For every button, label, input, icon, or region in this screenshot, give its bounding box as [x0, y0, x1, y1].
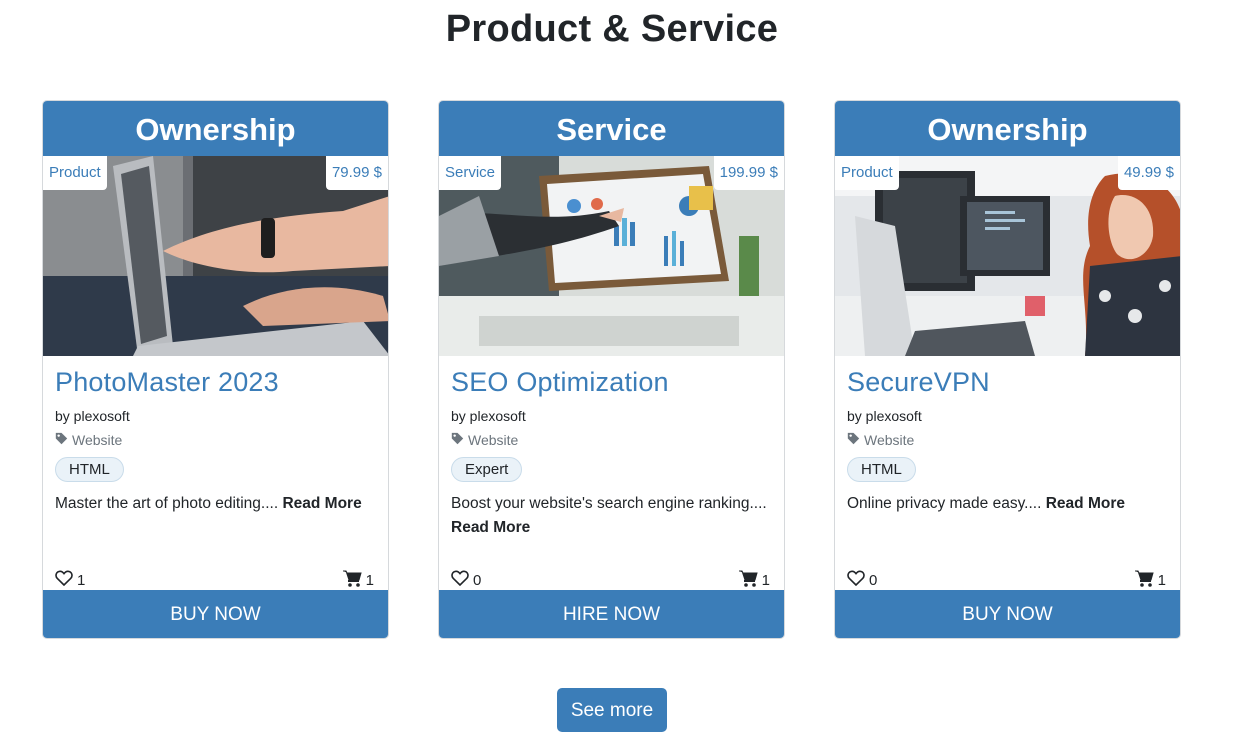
product-title[interactable]: SecureVPN	[847, 367, 1168, 398]
cart[interactable]: 1	[342, 570, 374, 591]
cart-icon	[342, 570, 362, 591]
heart-icon	[847, 570, 865, 590]
heart-icon	[451, 570, 469, 590]
likes-count: 0	[869, 571, 878, 589]
product-title[interactable]: PhotoMaster 2023	[55, 367, 376, 398]
category-label: Website	[72, 432, 123, 448]
cart[interactable]: 1	[1134, 570, 1166, 591]
cart-count: 1	[1157, 571, 1166, 589]
card-header: Service	[439, 101, 784, 156]
cart-count: 1	[365, 571, 374, 589]
product-image[interactable]: Service 199.99 $	[439, 156, 784, 356]
cart[interactable]: 1	[738, 570, 770, 591]
skill-tag: HTML	[55, 457, 124, 482]
author-label: by plexosoft	[847, 408, 922, 424]
description: Online privacy made easy.... Read More	[847, 492, 1168, 516]
buy-now-button[interactable]: BUY NOW	[43, 590, 388, 638]
likes-count: 1	[77, 571, 86, 589]
likes[interactable]: 1	[55, 570, 85, 590]
heart-icon	[55, 570, 73, 590]
tag-icon	[847, 432, 860, 448]
product-title[interactable]: SEO Optimization	[451, 367, 772, 398]
card-header: Ownership	[43, 101, 388, 156]
see-more-button[interactable]: See more	[557, 688, 667, 732]
likes[interactable]: 0	[847, 570, 877, 590]
likes[interactable]: 0	[451, 570, 481, 590]
item-type-label: Service	[439, 156, 502, 190]
description-text: Online privacy made easy....	[847, 495, 1042, 512]
read-more-link[interactable]: Read More	[282, 495, 361, 512]
buy-now-button[interactable]: BUY NOW	[835, 590, 1180, 638]
card-stats: 0 1	[847, 569, 1166, 591]
item-type-label: Product	[835, 156, 899, 190]
description: Boost your website's search engine ranki…	[451, 492, 772, 540]
product-image[interactable]: Product 79.99 $	[43, 156, 388, 356]
hire-now-button[interactable]: HIRE NOW	[439, 590, 784, 638]
product-card: Ownership Product 79.99 $ PhotoMaster 20…	[42, 100, 389, 639]
product-image[interactable]: Product 49.99 $	[835, 156, 1180, 356]
category: Website	[55, 432, 376, 448]
item-type-label: Product	[43, 156, 107, 190]
tag-icon	[55, 432, 68, 448]
price-label: 49.99 $	[1117, 156, 1180, 190]
category: Website	[847, 432, 1168, 448]
cart-count: 1	[761, 571, 770, 589]
price-label: 79.99 $	[325, 156, 388, 190]
read-more-link[interactable]: Read More	[1046, 495, 1125, 512]
product-card: Ownership Product 49.99 $ SecureVPN by p…	[834, 100, 1181, 639]
description: Master the art of photo editing.... Read…	[55, 492, 376, 516]
card-stats: 0 1	[451, 569, 770, 591]
cart-icon	[738, 570, 758, 591]
product-card: Service Service 199.99 $ SEO Optimizatio…	[438, 100, 785, 639]
category-label: Website	[468, 432, 519, 448]
read-more-link[interactable]: Read More	[451, 519, 530, 536]
description-text: Boost your website's search engine ranki…	[451, 495, 767, 512]
skill-tag: Expert	[451, 457, 523, 482]
tag-icon	[451, 432, 464, 448]
card-stats: 1 1	[55, 569, 374, 591]
author-label: by plexosoft	[451, 408, 526, 424]
category: Website	[451, 432, 772, 448]
cart-icon	[1134, 570, 1154, 591]
description-text: Master the art of photo editing....	[55, 495, 279, 512]
category-label: Website	[864, 432, 915, 448]
price-label: 199.99 $	[713, 156, 784, 190]
author-label: by plexosoft	[55, 408, 130, 424]
likes-count: 0	[473, 571, 482, 589]
section-title: Product & Service	[445, 8, 779, 50]
card-header: Ownership	[835, 101, 1180, 156]
skill-tag: HTML	[847, 457, 916, 482]
